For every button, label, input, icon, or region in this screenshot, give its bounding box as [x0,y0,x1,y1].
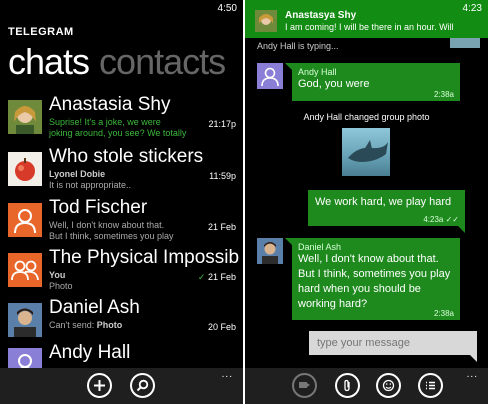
chat-item-who-stole-stickers[interactable]: Who stole stickers Lyonel Dobie It is no… [8,146,236,202]
pivot-chats[interactable]: chats [8,41,90,82]
header-name: Anastasya Shy [285,10,357,21]
chat-item-the-physical-impossibility[interactable]: The Physical Impossibili You Photo ✓ 21 … [8,247,239,303]
avatar [8,303,42,337]
typing-indicator: Andy Hall is typing... [257,41,339,51]
person-icon [257,63,283,89]
search-icon[interactable] [130,373,155,398]
chat-item-tod-fischer[interactable]: Tod Fischer Well, I don't know about tha… [8,197,236,253]
more-menu[interactable]: ... [467,369,478,380]
chat-preview-line2: joking around, you see? We totally [49,128,187,138]
chat-time: 21:17p [208,119,236,129]
avatar [255,10,277,32]
chat-item-anastasia-shy[interactable]: Anastasia Shy Suprise! It's a joke, we w… [8,94,236,150]
attach-icon[interactable] [335,373,360,398]
chat-preview-line2: It is not appropriate.. [49,180,132,190]
emoji-icon[interactable] [376,373,401,398]
avatar [257,238,283,264]
conversation-header[interactable]: Anastasya Shy I am coming! I will be the… [245,0,488,38]
send-icon[interactable] [292,373,317,398]
chat-time: 21 Feb [207,222,236,232]
status-clock: 4:50 [217,3,237,14]
chat-name: Who stole stickers [49,146,204,167]
chat-name: Tod Fischer [49,197,148,218]
chat-name: Anastasia Shy [49,94,171,115]
chat-preview-line2: But I think, sometimes you play [49,231,174,241]
app-bar: ... [245,368,488,404]
read-check-icon: ✓✓ [445,215,459,224]
message-time: 4:23a ✓✓ [423,215,459,224]
message-bubble[interactable]: Andy Hall God, you were 2:38a [285,63,460,101]
chat-preview-line1: Can't send: Photo [49,320,123,330]
message-input[interactable] [309,331,477,355]
message-text: God, you were [298,78,370,90]
message-bubble-outgoing[interactable]: We work hard, we play hard 4:23a ✓✓ [308,190,465,233]
chat-preview-line1: You [49,270,66,280]
chat-name: Daniel Ash [49,297,140,318]
app-title: TELEGRAM [8,26,74,38]
status-clock: 4:23 [462,3,482,14]
read-check-icon: ✓ [197,272,206,282]
pivot-contacts[interactable]: contacts [99,41,226,82]
message-time: 2:38a [433,90,454,99]
person-icon [8,203,42,237]
message-sender: Andy Hall [298,67,337,77]
chat-name: Andy Hall [49,342,131,363]
avatar [8,100,42,134]
chat-name: The Physical Impossibili [49,247,239,268]
chat-list-screen: 4:50 TELEGRAM chats contacts Anastasia Sh… [0,0,243,404]
plus-icon[interactable] [87,373,112,398]
message-bubble[interactable]: Daniel Ash Well, I don't know about that… [285,238,460,320]
message-text: We work hard, we play hard [315,196,452,208]
chat-preview-line1: Lyonel Dobie [49,169,106,179]
pivot-header: chats contacts [8,40,226,84]
header-last-message: I am coming! I will be there in an hour.… [285,22,454,32]
previous-photo [450,38,480,48]
chat-preview-line1: Well, I don't know about that. [49,220,165,230]
chat-time: 20 Feb [207,322,236,332]
system-message: Andy Hall changed group photo [303,112,430,122]
more-menu[interactable]: ... [222,369,233,380]
list-icon[interactable] [418,373,443,398]
message-text: Well, I don't know about that. But I thi… [298,253,451,310]
group-photo[interactable] [342,128,390,176]
message-time: 2:38a [433,309,454,318]
conversation-screen: Anastasya Shy I am coming! I will be the… [245,0,488,404]
chat-preview-line2: Photo [49,281,73,291]
message-input-box [309,331,477,362]
group-icon [8,253,42,287]
app-bar: ... [0,368,243,404]
chat-preview-line1: Suprise! It's a joke, we were [49,117,161,127]
chat-time: ✓ 21 Feb [197,272,236,282]
message-sender: Daniel Ash [298,242,342,252]
chat-time: 11:59p [209,171,236,181]
avatar [8,152,42,186]
